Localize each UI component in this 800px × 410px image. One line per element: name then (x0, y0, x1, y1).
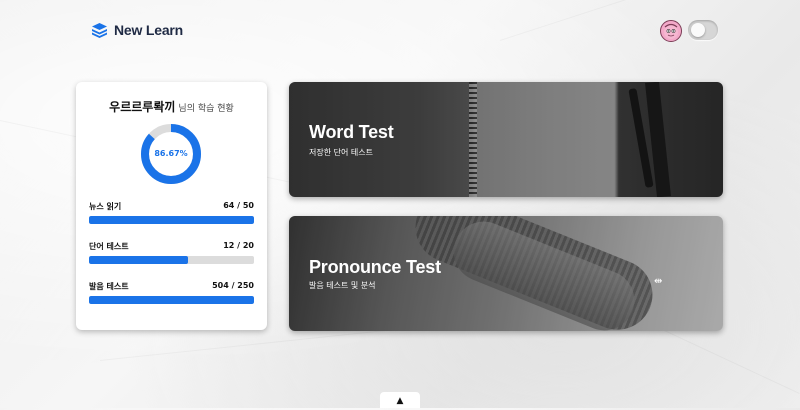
stat-label: 단어 테스트 (89, 242, 129, 251)
stat-progress-fill (89, 256, 188, 264)
brand-name: New Learn (114, 22, 183, 38)
stacked-books-icon (92, 23, 107, 38)
character-avatar-icon[interactable] (660, 20, 682, 42)
stat-row-pronounce-test: 발음 테스트 504 / 250 (89, 281, 254, 304)
learning-stats-card: 우르르루롹끼 님의 학습 현황 86.67% 뉴스 읽기 64 / 50 단어 테… (76, 82, 267, 330)
stat-value: 64 / 50 (223, 201, 254, 210)
stat-progress-bar (89, 256, 254, 264)
stat-progress-bar (89, 216, 254, 224)
word-test-card[interactable]: Word Test 저장한 단어 테스트 (289, 82, 723, 197)
stat-progress-fill (89, 216, 254, 224)
overall-percent: 86.67% (154, 149, 188, 158)
stats-title-suffix: 님의 학습 현황 (178, 104, 234, 114)
stat-row-word-test: 단어 테스트 12 / 20 (89, 241, 254, 264)
theme-toggle[interactable] (688, 20, 718, 40)
pronounce-test-subtitle: 발음 테스트 및 분석 (309, 281, 376, 290)
stat-label: 뉴스 읽기 (89, 202, 122, 211)
avatar-face-icon (664, 23, 678, 39)
stat-row-news-reading: 뉴스 읽기 64 / 50 (89, 201, 254, 224)
stat-progress-fill (89, 296, 254, 304)
stat-progress-bar (89, 296, 254, 304)
stat-label: 발음 테스트 (89, 282, 129, 291)
pronounce-test-card[interactable]: Pronounce Test 발음 테스트 및 분석 ⇹ (289, 216, 723, 331)
stat-value: 12 / 20 (223, 241, 254, 250)
user-name: 우르르루롹끼 (109, 100, 176, 114)
toggle-knob (691, 23, 705, 37)
word-test-subtitle: 저장한 단어 테스트 (309, 148, 373, 157)
top-header: New Learn (0, 0, 800, 62)
word-test-title: Word Test (309, 122, 394, 142)
brand-logo[interactable]: New Learn (91, 22, 183, 38)
stats-title: 우르르루롹끼 님의 학습 현황 (76, 96, 267, 115)
pronounce-test-title: Pronounce Test (309, 257, 441, 277)
resize-cursor-icon: ⇹ (654, 276, 663, 287)
stat-value: 504 / 250 (212, 281, 254, 290)
scroll-to-top-button[interactable]: ▲ (380, 392, 420, 408)
